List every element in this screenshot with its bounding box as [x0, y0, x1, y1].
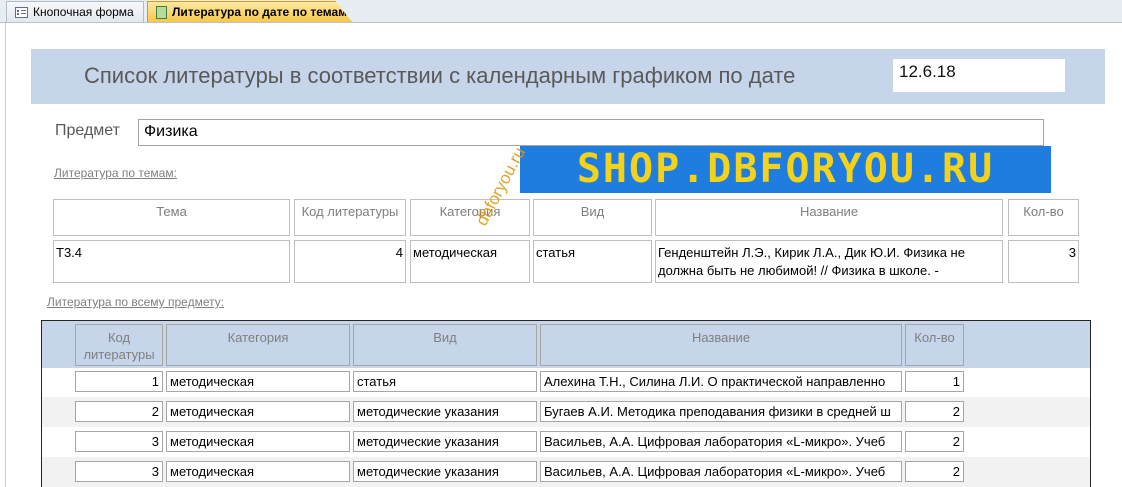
list-header-qty: Кол-во — [905, 324, 964, 366]
row-title[interactable]: Алехина Т.Н., Силина Л.И. О практической… — [540, 371, 902, 392]
row-category[interactable]: методическая — [166, 461, 350, 482]
subject-field[interactable]: Физика — [138, 119, 1044, 146]
theme-title-cell: Генденштейн Л.Э., Кирик Л.А., Дик Ю.И. Ф… — [655, 240, 1003, 283]
row-qty[interactable]: 1 — [905, 371, 964, 392]
theme-type-cell: статья — [533, 240, 652, 283]
theme-topic-cell: Т3.4 — [53, 240, 290, 283]
list-header-category: Категория — [166, 324, 350, 366]
table-row[interactable]: 2 методическая методические указания Буг… — [42, 397, 1090, 427]
row-title[interactable]: Васильев, А.А. Цифровая лаборатория «L-м… — [540, 431, 902, 452]
row-title[interactable]: Бугаев А.И. Методика преподавания физики… — [540, 401, 902, 422]
table-row[interactable]: 1 методическая статья Алехина Т.Н., Сили… — [42, 367, 1090, 397]
row-qty[interactable]: 2 — [905, 431, 964, 452]
row-qty[interactable]: 2 — [905, 401, 964, 422]
row-category[interactable]: методическая — [166, 371, 350, 392]
row-type[interactable]: методические указания — [353, 401, 537, 422]
row-code[interactable]: 3 — [75, 431, 163, 452]
row-code[interactable]: 3 — [75, 461, 163, 482]
report-date: 12.6.18 — [893, 59, 1065, 92]
themes-section-label: Литература по темам: — [54, 166, 177, 180]
watermark-banner: SHOP.DBFORYOU.RU — [520, 146, 1051, 193]
row-type[interactable]: статья — [353, 371, 537, 392]
tab-label: Кнопочная форма — [33, 5, 134, 19]
theme-category-cell: методическая — [410, 240, 530, 283]
row-code[interactable]: 2 — [75, 401, 163, 422]
column-header-type: Вид — [533, 199, 652, 236]
theme-code-cell: 4 — [294, 240, 406, 283]
row-code[interactable]: 1 — [75, 371, 163, 392]
theme-qty-cell: 3 — [1008, 240, 1079, 283]
document-border — [5, 23, 6, 487]
tab-label: Литература по дате по темам — [172, 5, 348, 19]
table-row[interactable]: 3 методическая методические указания Вас… — [42, 427, 1090, 457]
list-header-code: Код литературы — [75, 324, 163, 366]
subject-literature-list: Код литературы Категория Вид Название Ко… — [41, 320, 1091, 487]
row-title[interactable]: Васильев, А.А. Цифровая лаборатория «L-м… — [540, 461, 902, 482]
form-icon — [15, 6, 28, 18]
row-type[interactable]: методические указания — [353, 431, 537, 452]
row-category[interactable]: методическая — [166, 401, 350, 422]
row-qty[interactable]: 2 — [905, 461, 964, 482]
row-type[interactable]: методические указания — [353, 461, 537, 482]
column-header-qty: Кол-во — [1008, 199, 1079, 236]
row-category[interactable]: методическая — [166, 431, 350, 452]
tab-button-form[interactable]: Кнопочная форма — [6, 1, 144, 22]
table-row[interactable]: 3 методическая методические указания Вас… — [42, 457, 1090, 487]
report-title: Список литературы в соответствии с кален… — [84, 63, 796, 88]
column-header-category: Категория — [410, 199, 530, 236]
document-tab-strip: Кнопочная форма Литература по дате по те… — [0, 0, 1122, 23]
list-header-type: Вид — [353, 324, 537, 366]
column-header-code: Код литературы — [294, 199, 406, 236]
tab-literature-report[interactable]: Литература по дате по темам — [147, 1, 352, 22]
report-icon — [156, 5, 167, 19]
subject-label: Предмет — [55, 122, 120, 139]
column-header-topic: Тема — [53, 199, 290, 236]
list-header-band: Код литературы Категория Вид Название Ко… — [42, 321, 1090, 368]
subject-section-label: Литература по всему предмету: — [47, 295, 225, 309]
column-header-title: Название — [655, 199, 1003, 236]
list-header-title: Название — [540, 324, 902, 366]
